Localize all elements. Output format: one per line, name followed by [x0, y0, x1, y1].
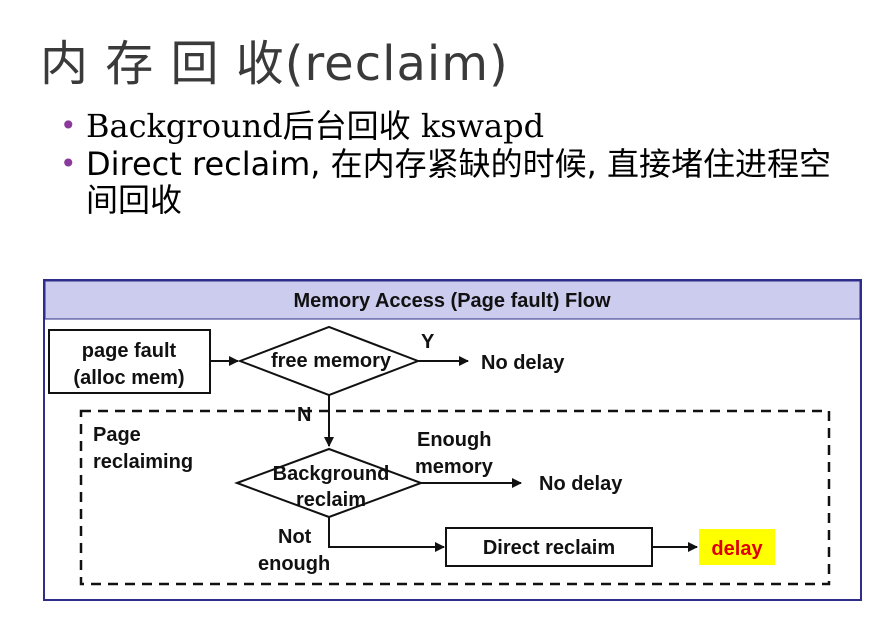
page-fault-label: (alloc mem): [73, 367, 184, 389]
page-reclaiming-label: reclaiming: [93, 451, 193, 473]
delay-label: delay: [711, 538, 763, 560]
direct-reclaim-label: Direct reclaim: [483, 537, 615, 559]
no-label: N: [297, 404, 311, 426]
not-enough-label: Not: [278, 526, 312, 548]
enough-memory-label: Enough: [417, 429, 491, 451]
free-memory-label: free memory: [271, 350, 392, 372]
no-delay-1: No delay: [481, 352, 565, 374]
background-reclaim-label: reclaim: [296, 489, 366, 511]
no-delay-2: No delay: [539, 473, 623, 495]
not-enough-label: enough: [258, 553, 330, 575]
arrow-not-enough: [328, 517, 445, 552]
enough-memory-label: memory: [415, 456, 494, 478]
yes-label: Y: [421, 331, 435, 353]
diagram-header: Memory Access (Page fault) Flow: [293, 290, 611, 312]
background-reclaim-label: Background: [273, 463, 390, 485]
page-reclaiming-label: Page: [93, 424, 141, 446]
page-fault-label: page fault: [82, 340, 177, 362]
flow-diagram: Memory Access (Page fault) Flow page fau…: [43, 279, 862, 601]
